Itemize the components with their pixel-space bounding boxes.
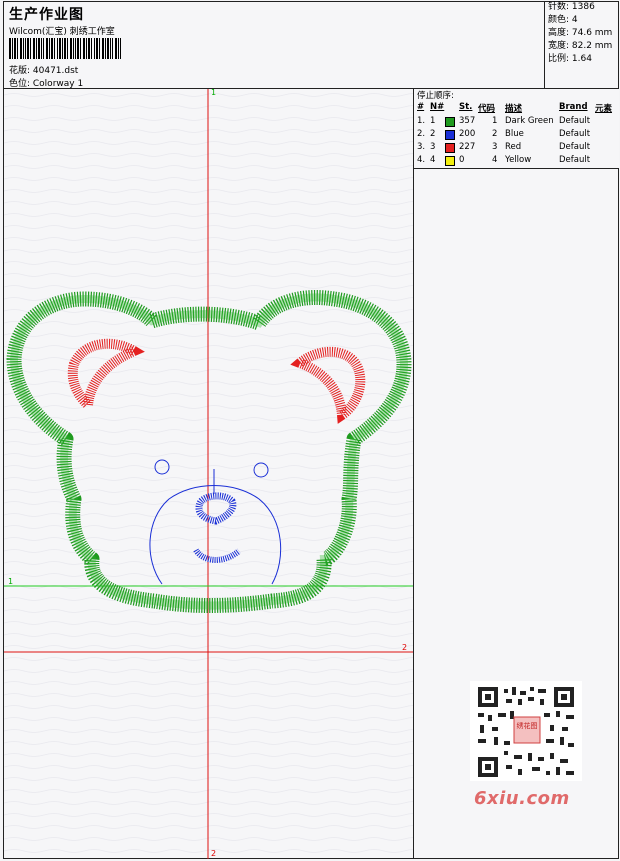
axis-label-bottom: 2 [211,849,216,858]
axis-label-left: 1 [8,577,13,586]
axis-label-right: 2 [402,643,407,652]
watermark-text: 6xiu.com [474,788,570,809]
row-needle: 2 [430,129,436,139]
row-index: 1. [417,116,426,126]
qr-code: 绣花图 [470,681,582,781]
color-swatch [445,156,455,166]
worksheet-header: 生产作业图 Wilcom(汇宝) 刺绣工作室 花版: 40471.dst 色位:… [3,1,619,89]
row-needle: 1 [430,116,436,126]
row-description: Blue [505,129,524,139]
colorway-label: 色位: Colorway 1 [9,79,84,89]
row-brand: Default [559,142,591,152]
stop-sequence-row: 2. 2 200 2 Blue Default [414,128,620,141]
stop-sequence-row: 4. 4 0 4 Yellow Default [414,154,620,167]
row-stitches: 227 [459,142,476,152]
col-brand: Brand [559,102,588,112]
color-count: 颜色: 4 [548,15,578,25]
col-code: 代码 [478,104,496,114]
row-index: 4. [417,155,426,165]
col-desc: 描述 [505,104,523,114]
stop-sequence-title: 停止顺序: [417,91,454,101]
stop-sequence-header: # N# St. 代码 描述 Brand 元素 [414,102,620,114]
col-stitches: St. [459,102,473,112]
row-description: Red [505,142,522,152]
row-code: 2 [492,129,498,139]
stop-sequence-panel: 停止顺序: # N# St. 代码 描述 Brand 元素 1. 1 357 1 Dar… [413,89,619,169]
design-stats: 针数: 1386 颜色: 4 高度: 74.6 mm 宽度: 82.2 mm 比… [544,1,619,88]
row-stitches: 200 [459,129,476,139]
col-no: N# [430,102,445,112]
col-hash: # [417,102,425,112]
col-element: 元素 [595,104,613,114]
row-index: 3. [417,142,426,152]
row-needle: 3 [430,142,436,152]
design-canvas: 1 2 1 2 [4,89,413,859]
company-name: Wilcom(汇宝) 刺绣工作室 [9,27,115,37]
row-code: 4 [492,155,498,165]
design-height: 高度: 74.6 mm [548,28,613,38]
page-title: 生产作业图 [9,7,84,23]
row-brand: Default [559,155,591,165]
qr-badge-text: 绣花图 [517,721,538,730]
row-code: 1 [492,116,498,126]
row-needle: 4 [430,155,436,165]
axis-label-top: 1 [211,89,216,97]
color-swatch [445,130,455,140]
panel-divider [413,169,414,859]
design-file-label: 花版: 40471.dst [9,66,79,76]
row-brand: Default [559,116,591,126]
stitch-count: 针数: 1386 [548,2,595,12]
row-code: 3 [492,142,498,152]
design-width: 宽度: 82.2 mm [548,41,613,51]
row-stitches: 357 [459,116,476,126]
row-stitches: 0 [459,155,465,165]
color-swatch [445,117,455,127]
design-scale: 比例: 1.64 [548,54,592,64]
color-swatch [445,143,455,153]
barcode [9,38,121,59]
stop-sequence-row: 1. 1 357 1 Dark Green Default [414,115,620,128]
stop-sequence-row: 3. 3 227 3 Red Default [414,141,620,154]
row-description: Dark Green [505,116,554,126]
row-index: 2. [417,129,426,139]
row-brand: Default [559,129,591,139]
row-description: Yellow [505,155,532,165]
